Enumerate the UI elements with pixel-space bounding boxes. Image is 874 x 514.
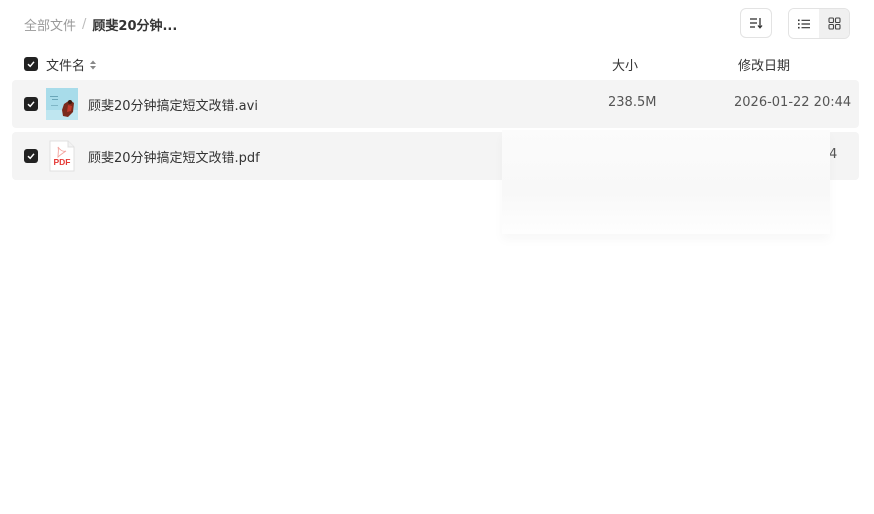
file-list-page: 全部文件 / 顾斐20分钟... 文件名 大小 修改日期 顾斐20分钟搞定短文改…: [0, 0, 874, 514]
hover-popover: [502, 130, 830, 234]
grid-view-button[interactable]: [819, 9, 849, 38]
column-header-size[interactable]: 大小: [612, 55, 638, 74]
file-row[interactable]: 顾斐20分钟搞定短文改错.avi 238.5M 2026-01-22 20:44: [12, 80, 859, 128]
file-name[interactable]: 顾斐20分钟搞定短文改错.avi: [88, 95, 258, 114]
sort-button[interactable]: [740, 8, 772, 38]
column-header-name-label: 文件名: [46, 59, 86, 74]
view-toggle: [788, 8, 850, 39]
select-all-checkbox[interactable]: [24, 57, 38, 71]
column-header-date[interactable]: 修改日期: [738, 55, 790, 74]
pdf-file-icon: PDF: [49, 140, 75, 172]
column-header-name[interactable]: 文件名: [46, 55, 97, 74]
pdf-thumb-label: PDF: [54, 157, 71, 167]
row-checkbox[interactable]: [24, 97, 38, 111]
check-icon: [27, 61, 35, 68]
breadcrumb-root-link[interactable]: 全部文件: [24, 15, 76, 34]
file-name[interactable]: 顾斐20分钟搞定短文改错.pdf: [88, 147, 260, 166]
check-icon: [27, 101, 35, 108]
file-modified-date: 2026-01-22 20:44: [734, 95, 852, 110]
list-view-button[interactable]: [789, 9, 819, 38]
row-checkbox[interactable]: [24, 149, 38, 163]
list-header: 文件名 大小 修改日期: [12, 52, 859, 76]
sort-arrows-icon: [90, 60, 97, 69]
sort-icon: [750, 18, 763, 29]
breadcrumb: 全部文件 / 顾斐20分钟...: [24, 14, 177, 34]
list-view-icon: [798, 19, 810, 28]
check-icon: [27, 153, 35, 160]
file-modified-date: 4: [829, 147, 838, 162]
breadcrumb-separator: /: [82, 16, 87, 32]
file-size: 238.5M: [608, 95, 657, 110]
video-thumbnail-icon: [46, 88, 78, 120]
breadcrumb-current-folder: 顾斐20分钟...: [92, 18, 178, 34]
grid-view-icon: [827, 17, 841, 30]
